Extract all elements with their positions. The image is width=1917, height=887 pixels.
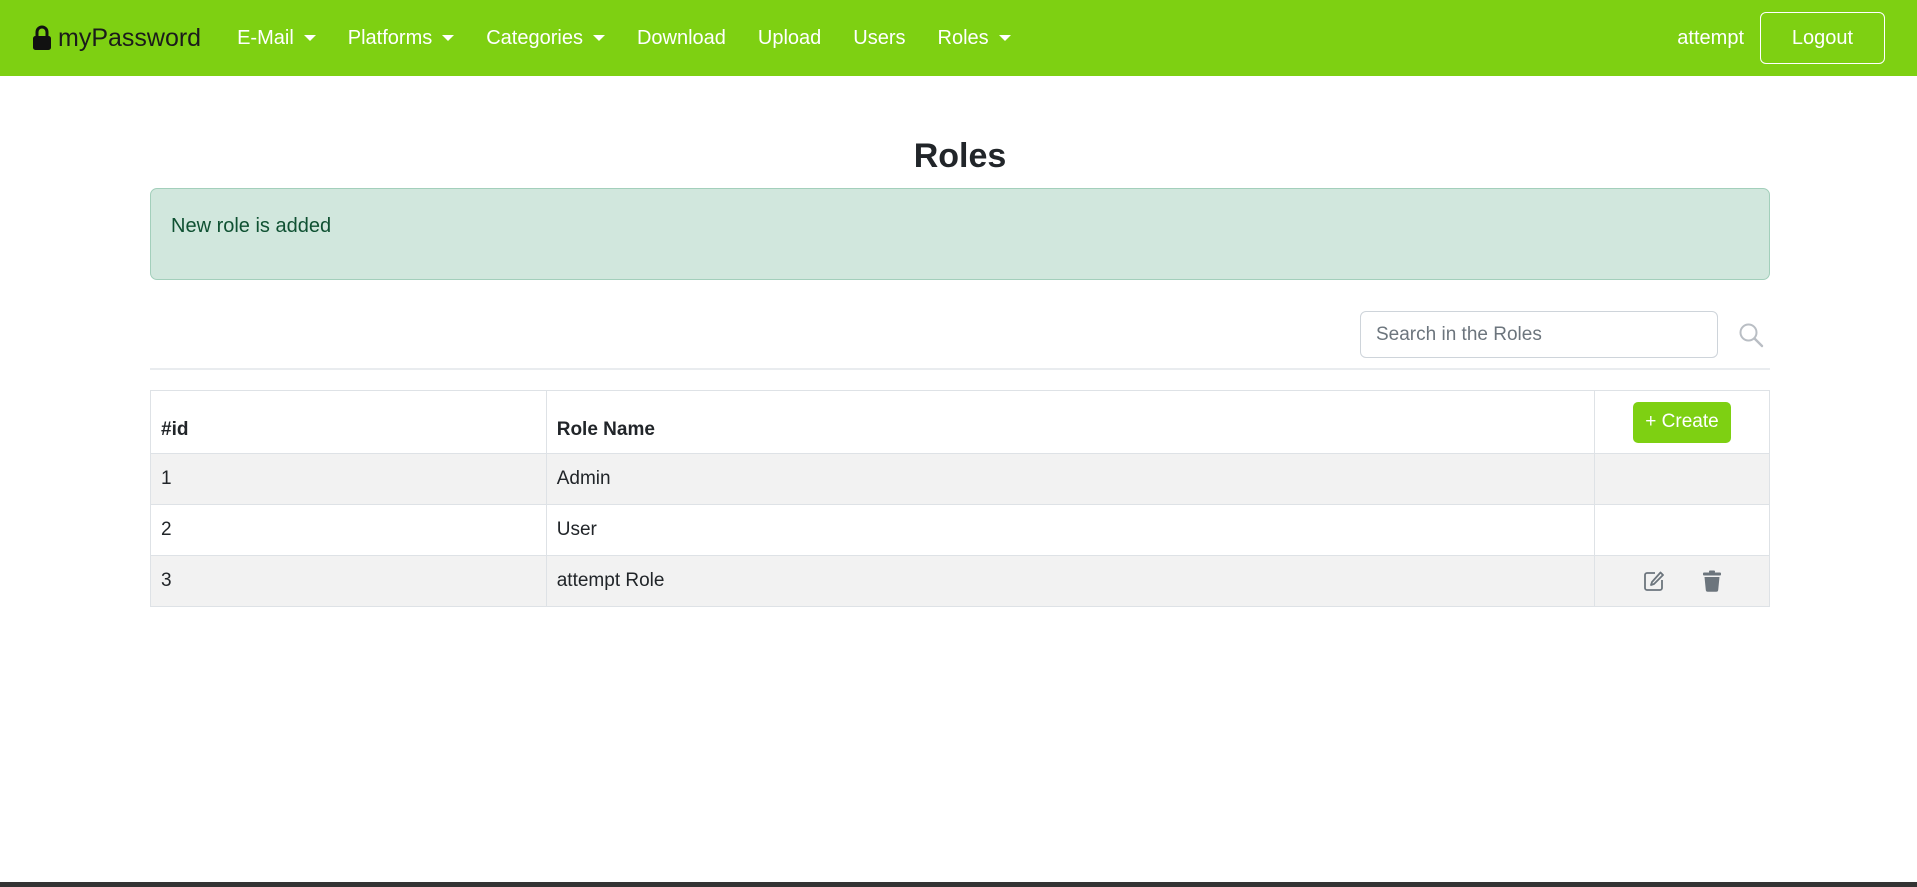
table-row: 1 Admin — [150, 453, 1770, 505]
window-bottom-edge — [0, 882, 1917, 887]
nav-item-label: Users — [853, 26, 906, 49]
search-icon[interactable] — [1738, 322, 1764, 348]
nav-item-email[interactable]: E-Mail — [221, 27, 332, 50]
nav-item-label: Upload — [757, 26, 822, 49]
logout-button[interactable]: Logout — [1760, 12, 1885, 64]
cell-actions — [1594, 453, 1770, 505]
caret-down-icon — [592, 35, 605, 41]
roles-table: #id Role Name + Create 1 Admin 2 User 3 … — [150, 390, 1770, 607]
column-header-actions: + Create — [1594, 390, 1770, 454]
nav-item-platforms[interactable]: Platforms — [332, 27, 470, 50]
nav-item-download[interactable]: Download — [621, 27, 742, 50]
lock-icon — [32, 25, 52, 51]
brand-name: myPassword — [58, 23, 202, 52]
brand-link[interactable]: myPassword — [32, 24, 201, 53]
search-input[interactable] — [1360, 311, 1718, 358]
cell-role-name: attempt Role — [545, 555, 1596, 607]
nav-item-label: Categories — [486, 26, 583, 49]
trash-icon[interactable] — [1703, 570, 1721, 592]
page-title: Roles — [913, 137, 1007, 175]
nav-item-upload[interactable]: Upload — [742, 27, 837, 50]
edit-icon[interactable] — [1643, 570, 1665, 592]
top-navbar: myPassword E-Mail Platforms Categories D… — [0, 0, 1917, 76]
caret-down-icon — [442, 35, 455, 41]
search-bar — [150, 280, 1770, 370]
column-header-role-name: Role Name — [545, 390, 1596, 454]
cell-id: 2 — [150, 504, 547, 556]
column-header-id: #id — [150, 390, 547, 454]
alert-message: New role is added — [171, 215, 332, 237]
nav-item-label: Platforms — [347, 26, 433, 49]
cell-role-name: Admin — [545, 453, 1596, 505]
cell-actions — [1594, 555, 1770, 607]
cell-id: 3 — [150, 555, 547, 607]
table-header-row: #id Role Name + Create — [150, 390, 1770, 454]
caret-down-icon — [303, 35, 316, 41]
success-alert: New role is added — [150, 188, 1770, 280]
table-row: 2 User — [150, 504, 1770, 556]
nav-item-roles[interactable]: Roles — [922, 27, 1027, 50]
nav-item-label: Download — [636, 26, 726, 49]
caret-down-icon — [998, 35, 1011, 41]
nav-user-area: attempt Logout — [1677, 12, 1885, 64]
cell-id: 1 — [150, 453, 547, 505]
cell-actions — [1594, 504, 1770, 556]
current-username: attempt — [1677, 26, 1744, 49]
nav-item-users[interactable]: Users — [837, 27, 921, 50]
table-row: 3 attempt Role — [150, 555, 1770, 607]
create-role-button[interactable]: + Create — [1633, 401, 1731, 443]
main-content: Roles New role is added #id Role Name + … — [150, 76, 1770, 607]
nav-item-label: E-Mail — [237, 26, 294, 49]
nav-item-categories[interactable]: Categories — [470, 27, 621, 50]
row-actions — [1605, 570, 1759, 592]
nav-menu: E-Mail Platforms Categories Download Upl… — [221, 27, 1027, 50]
nav-item-label: Roles — [937, 26, 989, 49]
cell-role-name: User — [545, 504, 1596, 556]
